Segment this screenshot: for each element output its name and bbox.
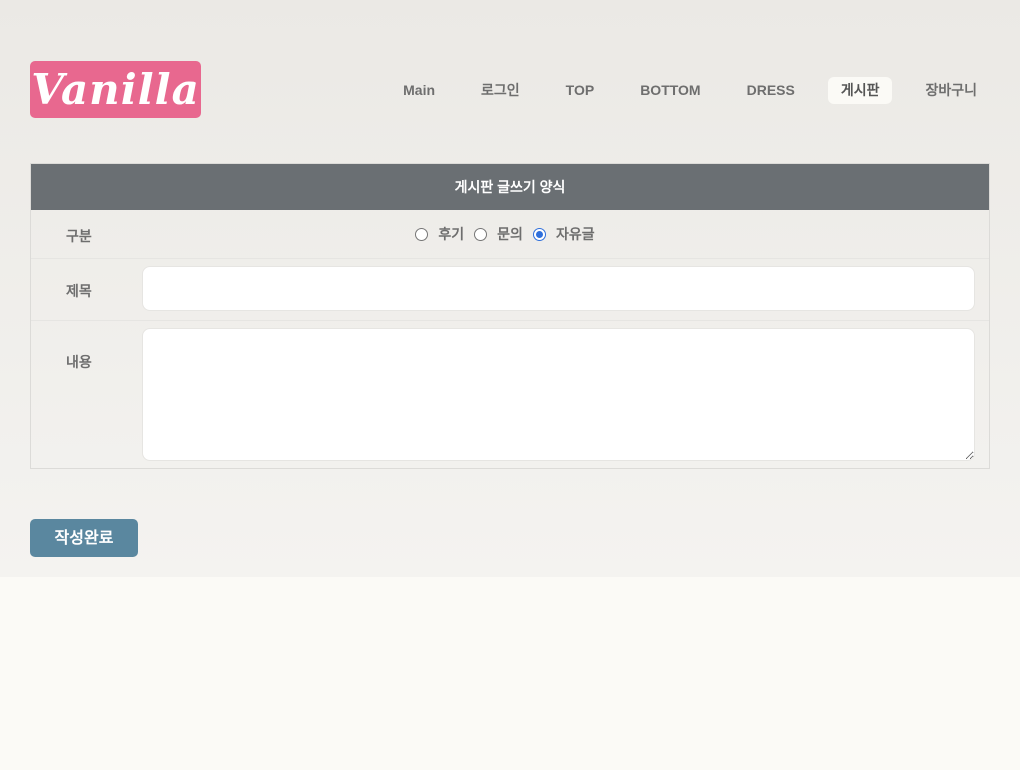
write-form: 게시판 글쓰기 양식 구분 후기 문의 자유글 제목 내용 <box>30 163 990 469</box>
radio-review[interactable] <box>415 227 429 241</box>
subject-label: 제목 <box>66 283 92 299</box>
nav-item-dress[interactable]: DRESS <box>734 77 808 104</box>
nav-item-main[interactable]: Main <box>390 77 448 104</box>
radio-review-label[interactable]: 후기 <box>438 224 464 244</box>
nav-item-cart[interactable]: 장바구니 <box>912 77 990 104</box>
nav-item-login[interactable]: 로그인 <box>468 77 533 104</box>
submit-button[interactable]: 작성완료 <box>30 519 138 557</box>
radio-inquiry-label[interactable]: 문의 <box>497 224 523 244</box>
header: Vanilla Main 로그인 TOP BOTTOM DRESS 게시판 장바… <box>30 61 990 118</box>
radio-free-post[interactable] <box>532 227 546 241</box>
category-radio-group: 후기 문의 자유글 <box>31 224 989 244</box>
page-background: Vanilla Main 로그인 TOP BOTTOM DRESS 게시판 장바… <box>0 0 1020 577</box>
radio-inquiry[interactable] <box>474 227 488 241</box>
main-nav: Main 로그인 TOP BOTTOM DRESS 게시판 장바구니 <box>370 77 990 104</box>
category-row: 구분 후기 문의 자유글 <box>31 210 989 259</box>
nav-item-board[interactable]: 게시판 <box>827 77 893 104</box>
form-title: 게시판 글쓰기 양식 <box>31 164 989 210</box>
nav-item-top[interactable]: TOP <box>553 77 608 104</box>
radio-free-post-label[interactable]: 자유글 <box>556 224 595 244</box>
nav-item-bottom[interactable]: BOTTOM <box>627 77 713 104</box>
content-textarea[interactable] <box>142 328 975 461</box>
content-row: 내용 <box>31 321 989 468</box>
logo[interactable]: Vanilla <box>30 61 201 118</box>
content-label: 내용 <box>66 354 92 370</box>
subject-input[interactable] <box>142 266 975 311</box>
subject-row: 제목 <box>31 259 989 321</box>
